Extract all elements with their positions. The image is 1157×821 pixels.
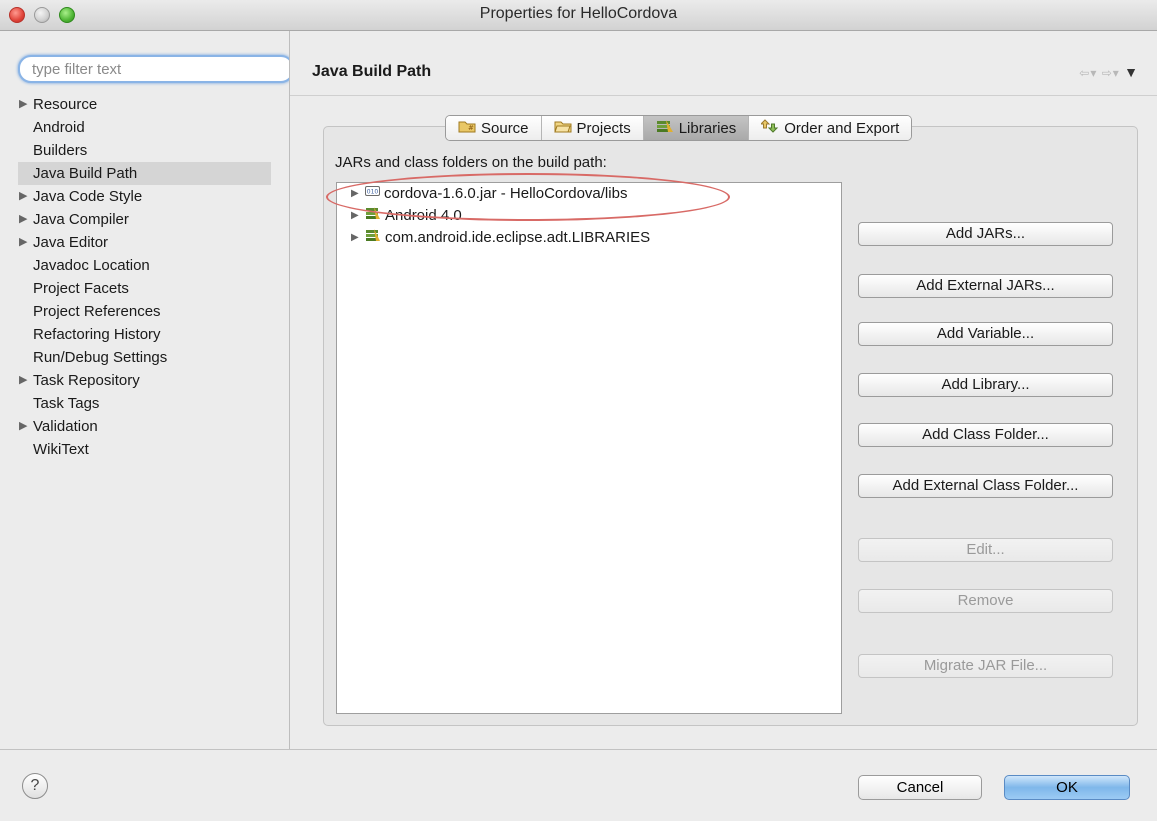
tree-item-task-tags[interactable]: Task Tags [0, 392, 289, 415]
add-jars-button[interactable]: Add JARs... [858, 222, 1113, 246]
expand-triangle-icon[interactable]: ▶ [19, 185, 27, 208]
library-label: com.android.ide.eclipse.adt.LIBRARIES [385, 229, 651, 246]
header-separator [290, 95, 1157, 96]
add-variable-button[interactable]: Add Variable... [858, 322, 1113, 346]
tab-label: Libraries [678, 119, 737, 137]
property-page-tree: ▶ Resource Android Builders Java Build P… [0, 93, 289, 461]
tree-item-android[interactable]: Android [0, 116, 289, 139]
expand-triangle-icon[interactable]: ▶ [19, 93, 27, 116]
tree-item-label: Project References [33, 303, 161, 320]
preferences-sidebar: ▶ Resource Android Builders Java Build P… [0, 31, 294, 749]
tree-item-label: Validation [33, 418, 98, 435]
add-external-class-folder-button[interactable]: Add External Class Folder... [858, 474, 1113, 498]
window-title: Properties for HelloCordova [479, 5, 678, 22]
tree-item-label: Javadoc Location [33, 257, 150, 274]
order-export-icon [760, 119, 779, 137]
library-item[interactable]: ▶ 010 cordova-1.6.0.jar - HelloCordova/l… [351, 183, 627, 205]
tab-label: Source [481, 119, 529, 137]
tree-item-task-repository[interactable]: ▶ Task Repository [0, 369, 289, 392]
tab-projects[interactable]: Projects [541, 116, 644, 140]
tree-item-label: Builders [33, 142, 88, 159]
tree-item-label: Java Editor [33, 234, 109, 251]
add-class-folder-button[interactable]: Add Class Folder... [858, 423, 1113, 447]
property-page: Java Build Path ⇦▾ ⇨▾ ▼ JARs and class f… [290, 31, 1157, 749]
footer-separator [0, 749, 1157, 750]
cancel-button[interactable]: Cancel [858, 775, 982, 800]
library-container-icon [365, 205, 381, 227]
ok-button[interactable]: OK [1004, 775, 1130, 800]
library-container-icon [365, 227, 381, 249]
library-item[interactable]: ▶ com.android.ide.eclipse.adt.LIBRARIES [351, 227, 650, 249]
tree-item-project-facets[interactable]: Project Facets [0, 277, 289, 300]
tab-libraries[interactable]: Libraries [643, 116, 750, 140]
tree-item-builders[interactable]: Builders [0, 139, 289, 162]
tree-item-refactoring-history[interactable]: Refactoring History [0, 323, 289, 346]
expand-triangle-icon[interactable]: ▶ [351, 227, 361, 249]
build-path-tabs: # Source Projects Libraries Order and Ex… [445, 115, 913, 141]
tree-item-java-build-path[interactable]: Java Build Path [18, 162, 271, 185]
library-item[interactable]: ▶ Android 4.0 [351, 205, 462, 227]
filter-input[interactable] [18, 55, 294, 83]
tree-item-label: WikiText [33, 441, 89, 458]
expand-triangle-icon[interactable]: ▶ [19, 231, 27, 254]
tree-item-java-editor[interactable]: ▶ Java Editor [0, 231, 289, 254]
projects-folder-icon [553, 119, 572, 137]
jar-icon: 010 [365, 183, 380, 205]
expand-triangle-icon[interactable]: ▶ [351, 183, 361, 205]
forward-arrow-icon[interactable]: ⇨▾ [1102, 66, 1120, 80]
tree-item-label: Run/Debug Settings [33, 349, 168, 366]
tree-item-project-references[interactable]: Project References [0, 300, 289, 323]
expand-triangle-icon[interactable]: ▶ [19, 415, 27, 438]
tree-item-label: Java Code Style [33, 188, 143, 205]
tab-label: Order and Export [784, 119, 900, 137]
tree-item-java-code-style[interactable]: ▶ Java Code Style [0, 185, 289, 208]
tree-item-run-debug-settings[interactable]: Run/Debug Settings [0, 346, 289, 369]
expand-triangle-icon[interactable]: ▶ [19, 208, 27, 231]
title-bar: Properties for HelloCordova [0, 0, 1157, 31]
library-label: cordova-1.6.0.jar - HelloCordova/libs [384, 185, 628, 202]
libraries-tree[interactable]: ▶ 010 cordova-1.6.0.jar - HelloCordova/l… [336, 182, 842, 714]
tab-label: Projects [576, 119, 631, 137]
tab-source[interactable]: # Source [446, 116, 542, 140]
tree-item-resource[interactable]: ▶ Resource [0, 93, 289, 116]
back-arrow-icon[interactable]: ⇦▾ [1079, 66, 1097, 80]
tree-item-label: Refactoring History [33, 326, 161, 343]
edit-button[interactable]: Edit... [858, 538, 1113, 562]
tab-panel: JARs and class folders on the build path… [323, 126, 1138, 726]
tree-item-label: Project Facets [33, 280, 129, 297]
svg-text:010: 010 [367, 189, 379, 196]
view-menu-icon[interactable]: ▼ [1124, 64, 1139, 80]
libraries-icon [656, 119, 674, 137]
tab-order-and-export[interactable]: Order and Export [749, 116, 912, 140]
library-label: Android 4.0 [385, 207, 462, 224]
expand-triangle-icon[interactable]: ▶ [351, 205, 361, 227]
tree-item-label: Java Compiler [33, 211, 129, 228]
svg-text:#: # [468, 124, 474, 132]
source-folder-icon: # [458, 119, 476, 137]
help-button[interactable]: ? [22, 773, 48, 799]
tree-item-java-compiler[interactable]: ▶ Java Compiler [0, 208, 289, 231]
add-library-button[interactable]: Add Library... [858, 373, 1113, 397]
tree-item-label: Task Repository [33, 372, 140, 389]
tree-item-label: Resource [33, 96, 98, 113]
tree-item-label: Task Tags [33, 395, 100, 412]
page-title: Java Build Path [312, 63, 432, 80]
tree-item-validation[interactable]: ▶ Validation [0, 415, 289, 438]
tree-item-label: Android [33, 119, 85, 136]
properties-dialog: Properties for HelloCordova ▶ Resource A… [0, 0, 1157, 821]
tree-item-wikitext[interactable]: WikiText [0, 438, 289, 461]
add-external-jars-button[interactable]: Add External JARs... [858, 274, 1113, 298]
page-navigation: ⇦▾ ⇨▾ ▼ [1079, 64, 1139, 80]
migrate-jar-button[interactable]: Migrate JAR File... [858, 654, 1113, 678]
tree-item-javadoc-location[interactable]: Javadoc Location [0, 254, 289, 277]
tree-item-label: Java Build Path [33, 165, 138, 182]
expand-triangle-icon[interactable]: ▶ [19, 369, 27, 392]
build-path-label: JARs and class folders on the build path… [335, 154, 607, 171]
remove-button[interactable]: Remove [858, 589, 1113, 613]
